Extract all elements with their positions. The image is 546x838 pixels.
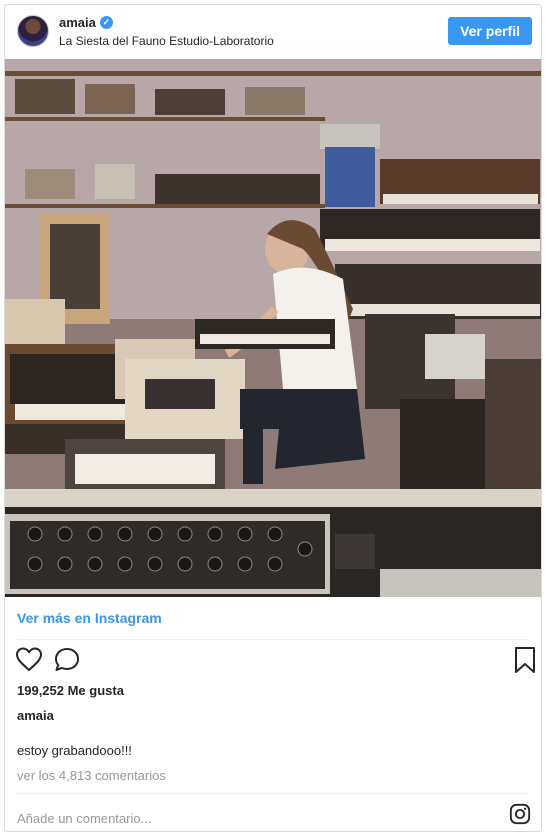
heart-icon[interactable] <box>15 646 43 674</box>
location-link[interactable]: La Siesta del Fauno Estudio-Laboratorio <box>59 34 274 48</box>
comment-icon[interactable] <box>53 646 81 674</box>
view-comments-link[interactable]: ver los 4,813 comentarios <box>17 768 166 783</box>
caption-text: estoy grabandooo!!! <box>17 743 132 758</box>
action-bar <box>13 646 535 676</box>
view-more-on-instagram-link[interactable]: Ver más en Instagram <box>17 610 162 626</box>
add-comment-field[interactable]: Añade un comentario... <box>17 811 151 826</box>
avatar[interactable] <box>17 15 49 47</box>
instagram-icon[interactable] <box>509 803 531 825</box>
username[interactable]: amaia <box>59 15 96 30</box>
divider <box>17 793 529 794</box>
post-header: amaia ✓ La Siesta del Fauno Estudio-Labo… <box>5 5 541 57</box>
verified-badge-icon: ✓ <box>99 16 113 29</box>
view-profile-button[interactable]: Ver perfil <box>448 17 532 45</box>
post-photo[interactable] <box>5 59 541 597</box>
username-row: amaia ✓ <box>59 15 113 30</box>
divider <box>17 639 529 640</box>
instagram-embed-card: amaia ✓ La Siesta del Fauno Estudio-Labo… <box>4 4 542 832</box>
studio-photo-illustration <box>5 59 541 597</box>
caption-author[interactable]: amaia <box>17 708 54 723</box>
bookmark-icon[interactable] <box>511 646 539 674</box>
like-count[interactable]: 199,252 Me gusta <box>17 683 124 698</box>
